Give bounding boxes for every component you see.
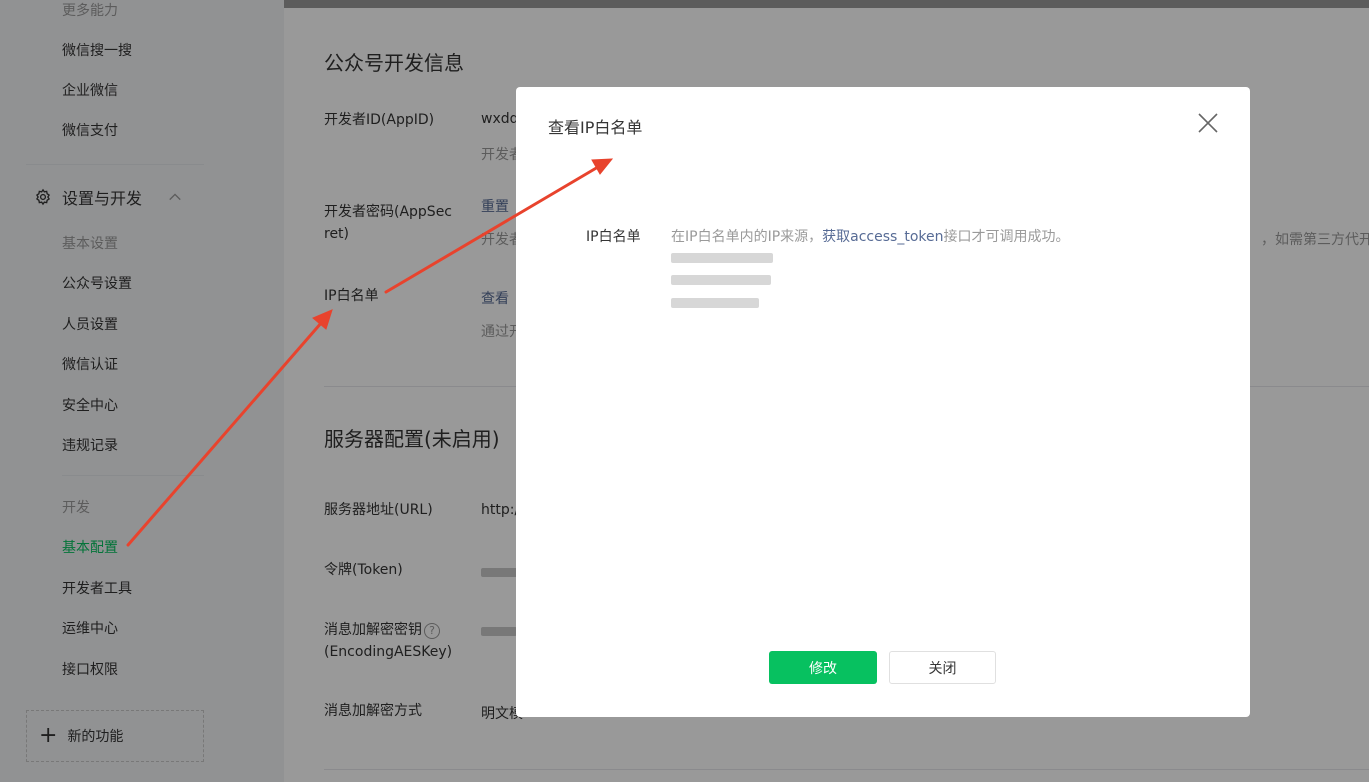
ip-whitelist-description: 在IP白名单内的IP来源，获取access_token接口才可调用成功。 <box>671 226 1069 246</box>
close-icon[interactable] <box>1196 111 1220 135</box>
ip-entry-redacted <box>671 296 759 310</box>
dialog-title: 查看IP白名单 <box>548 118 643 137</box>
ip-whitelist-field-label: IP白名单 <box>586 229 641 245</box>
desc-text-before: 在IP白名单内的IP来源， <box>671 229 823 245</box>
access-token-link[interactable]: 获取access_token <box>822 229 943 245</box>
ip-entry-redacted <box>671 251 773 265</box>
ip-whitelist-dialog: 查看IP白名单 IP白名单 在IP白名单内的IP来源，获取access_toke… <box>516 87 1250 717</box>
modify-button[interactable]: 修改 <box>769 651 877 684</box>
ip-entry-redacted <box>671 273 771 287</box>
close-button[interactable]: 关闭 <box>889 651 996 684</box>
desc-text-after: 接口才可调用成功。 <box>943 229 1070 245</box>
